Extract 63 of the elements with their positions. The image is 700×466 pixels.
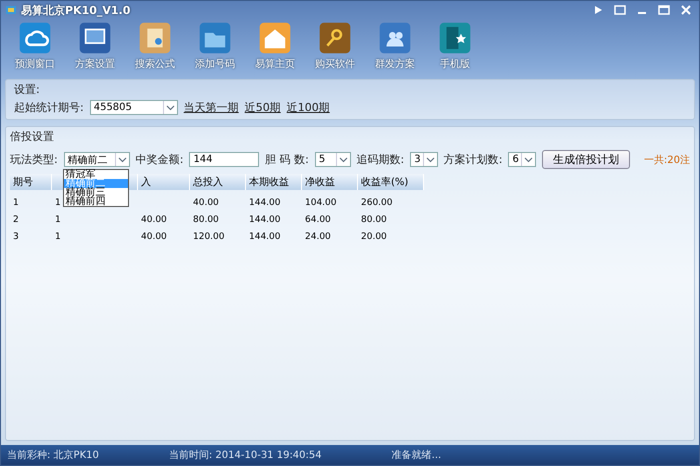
table-cell: 1	[55, 232, 61, 242]
notebook-icon	[138, 21, 172, 55]
caret-icon	[162, 101, 177, 114]
total-count: 一共:20注	[644, 154, 690, 166]
field-label: 中奖金额:	[136, 152, 184, 167]
column-header: 收益率(%)	[361, 177, 408, 188]
period-link[interactable]: 近50期	[244, 100, 281, 115]
group-title: 倍投设置	[10, 129, 55, 144]
caret-icon	[520, 153, 535, 166]
generate-plan-button[interactable]: 生成倍投计划	[542, 150, 630, 169]
prize-input[interactable]: 144	[189, 152, 260, 167]
app-icon	[5, 4, 17, 16]
table-cell: 40.00	[193, 198, 219, 208]
table-cell: 104.00	[305, 198, 336, 208]
caret-icon	[114, 153, 129, 166]
table-cell: 3	[13, 232, 19, 242]
period-link[interactable]: 当天第一期	[184, 100, 239, 115]
table-cell: 80.00	[193, 215, 219, 225]
plan-count-dropdown[interactable]: 6	[508, 152, 536, 167]
table-cell: 2	[13, 215, 19, 225]
field-label: 胆 码 数:	[265, 152, 309, 167]
column-header: 总投入	[193, 177, 223, 188]
table-cell: 1	[55, 215, 61, 225]
status-text: 当前彩种: 北京PK10	[7, 448, 99, 462]
status-text: 准备就绪...	[392, 448, 442, 462]
table-cell: 1	[13, 198, 19, 208]
period-dropdown[interactable]: 455805	[90, 100, 178, 115]
field-label: 追码期数:	[356, 152, 404, 167]
table-cell: 24.00	[305, 232, 331, 242]
house-icon	[258, 21, 292, 55]
field-label: 方案计划数:	[444, 152, 502, 167]
caret-icon	[422, 153, 437, 166]
phone-icon	[438, 21, 472, 55]
chase-dropdown[interactable]: 3	[410, 152, 438, 167]
table-cell: 144.00	[249, 215, 280, 225]
column-header: 本期收益	[249, 177, 289, 188]
column-header: 净收益	[305, 177, 335, 188]
table-cell: 144.00	[249, 232, 280, 242]
field-label: 玩法类型:	[10, 152, 58, 167]
period-link[interactable]: 近100期	[286, 100, 330, 115]
table-cell: 120.00	[193, 232, 224, 242]
table-cell: 80.00	[361, 215, 387, 225]
play-type-dropdown[interactable]: 精确前二	[64, 152, 130, 167]
table-cell: 64.00	[305, 215, 331, 225]
table-cell: 1	[55, 198, 61, 208]
folder-icon	[198, 21, 232, 55]
people-icon	[378, 21, 412, 55]
key-icon	[318, 21, 352, 55]
group-title: 设置:	[14, 82, 41, 97]
caret-icon	[336, 153, 350, 166]
column-header: 期号	[13, 177, 33, 188]
table-cell: 260.00	[361, 198, 392, 208]
column-header: 入	[141, 177, 151, 188]
cloud-icon	[18, 21, 52, 55]
window-title: 易算北京PK10_V1.0	[21, 2, 130, 18]
table-cell: 144.00	[249, 198, 280, 208]
table-cell: 40.00	[141, 215, 167, 225]
field-label: 起始统计期号:	[14, 100, 84, 115]
status-text: 当前时间: 2014-10-31 19:40:54	[168, 448, 322, 462]
code-count-dropdown[interactable]: 5	[314, 152, 351, 167]
table-cell: 40.00	[141, 232, 167, 242]
monitor-icon	[78, 21, 112, 55]
table-cell: 20.00	[361, 232, 387, 242]
